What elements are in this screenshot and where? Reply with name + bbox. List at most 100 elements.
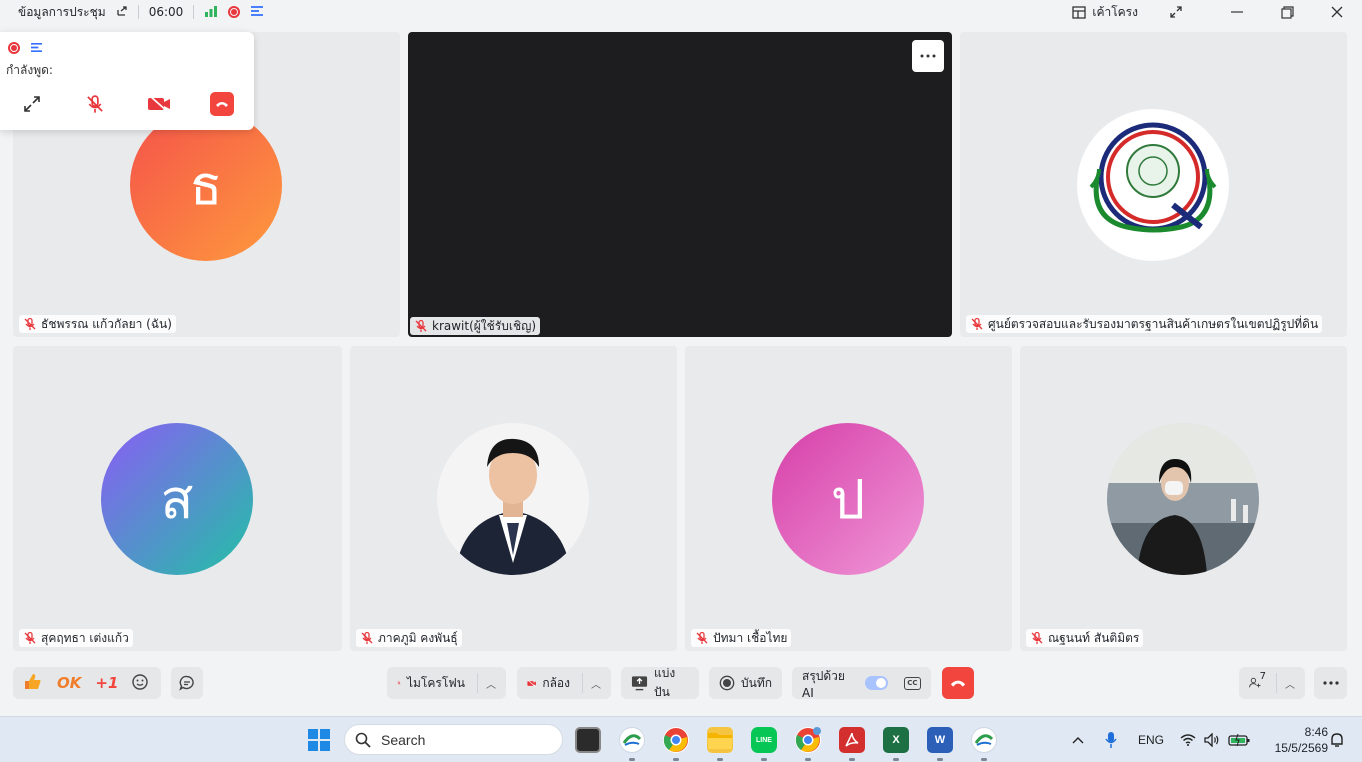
participant-tile[interactable]: ณฐนนท์ สันติมิตร	[1020, 346, 1347, 651]
avatar: ป	[772, 423, 924, 575]
mic-off-icon	[696, 631, 708, 644]
language-indicator[interactable]: ENG	[1138, 717, 1164, 762]
windows-taskbar: Search LINE X W ENG 8:46 15/5/2569	[0, 716, 1362, 762]
title-bar: ข้อมูลการประชุม 06:00 เค้าโครง	[0, 0, 1362, 24]
share-out-icon[interactable]	[116, 5, 128, 20]
participants-button[interactable]: 7 ︿	[1239, 667, 1305, 699]
meeting-timer: 06:00	[148, 5, 184, 19]
camera-off-icon	[527, 679, 536, 687]
chevron-up-icon[interactable]: ︿	[582, 673, 601, 693]
plus-one-reaction[interactable]: +1	[95, 674, 118, 692]
participant-tile-organization[interactable]: ศูนย์ตรวจสอบและรับรองมาตรฐานสินค้าเกษตรใ…	[960, 32, 1347, 337]
camera-off-icon[interactable]	[147, 92, 171, 116]
meeting-app-icon[interactable]	[971, 727, 997, 753]
participant-name-tag: ณฐนนท์ สันติมิตร	[1026, 629, 1144, 647]
participants-count: 7	[1259, 670, 1266, 682]
recording-icon[interactable]	[228, 6, 241, 18]
speaking-indicator: กำลังพูด:	[6, 63, 53, 77]
expand-icon[interactable]	[20, 92, 44, 116]
mic-off-icon	[397, 681, 401, 685]
participant-tile[interactable]: ส สุคฤทธา เต่งแก้ว	[13, 346, 342, 651]
windows-start-icon[interactable]	[307, 728, 331, 756]
participant-tile[interactable]: ป ปัทมา เชื้อไทย	[685, 346, 1012, 651]
microphone-tray-icon[interactable]	[1104, 717, 1118, 762]
clock-time: 8:46	[1304, 725, 1328, 739]
chevron-up-icon[interactable]: ︿	[477, 673, 496, 693]
close-button[interactable]	[1312, 0, 1362, 24]
notifications-icon[interactable]	[1329, 717, 1345, 762]
word-icon[interactable]: W	[927, 727, 953, 753]
leave-meeting-button[interactable]	[942, 667, 974, 699]
file-explorer-icon[interactable]	[707, 727, 733, 753]
floating-control-panel[interactable]: กำลังพูด:	[0, 32, 254, 130]
mic-off-icon	[415, 319, 427, 332]
signal-icon[interactable]	[204, 5, 218, 20]
share-screen-button[interactable]: แบ่งปัน	[621, 666, 699, 699]
mic-off-icon	[24, 631, 36, 644]
excel-icon[interactable]: X	[883, 727, 909, 753]
participant-tile-video[interactable]: krawit(ผู้ใช้รับเชิญ)	[408, 32, 952, 337]
chat-icon	[179, 675, 194, 691]
show-hidden-icons[interactable]	[1072, 717, 1084, 762]
running-indicator	[849, 758, 855, 761]
meeting-info-button[interactable]: ข้อมูลการประชุม	[18, 3, 106, 22]
participant-name-tag: ธัชพรรณ แก้วกัลยา (ฉัน)	[19, 315, 176, 333]
camera-button[interactable]: กล้อง ︿	[517, 667, 611, 699]
layout-icon	[1072, 5, 1086, 19]
ai-summary-button[interactable]: สรุปด้วย AI CC	[792, 667, 931, 700]
running-indicator	[937, 758, 943, 761]
meeting-app-icon[interactable]	[619, 727, 645, 753]
volume-icon	[1204, 733, 1219, 747]
more-icon	[1322, 681, 1339, 685]
profile-photo	[1107, 423, 1259, 575]
running-indicator	[673, 758, 679, 761]
microphone-label: ไมโครโฟน	[406, 675, 465, 690]
acrobat-icon[interactable]	[839, 727, 865, 753]
recording-icon[interactable]	[8, 41, 20, 54]
ok-reaction[interactable]: OK	[57, 674, 81, 692]
avatar-initial: ธ	[189, 156, 223, 216]
caption-icon[interactable]	[250, 5, 264, 20]
chat-button[interactable]	[171, 667, 203, 699]
chrome-icon[interactable]	[663, 727, 689, 753]
minimize-button[interactable]	[1212, 0, 1262, 24]
thumbs-up-icon[interactable]	[23, 672, 43, 695]
microphone-button[interactable]: ไมโครโฟน ︿	[387, 667, 506, 699]
ai-summary-toggle[interactable]	[865, 676, 888, 690]
system-tray-status[interactable]	[1180, 717, 1250, 762]
participant-name-tag: krawit(ผู้ใช้รับเชิญ)	[410, 317, 541, 335]
taskbar-clock[interactable]: 8:46 15/5/2569	[1275, 724, 1328, 756]
organization-logo	[1077, 109, 1229, 261]
restore-button[interactable]	[1262, 0, 1312, 24]
mic-off-icon	[24, 317, 36, 330]
running-indicator	[717, 758, 723, 761]
chrome-profile-icon[interactable]	[795, 727, 821, 753]
emoji-icon[interactable]	[132, 673, 149, 693]
participant-tile[interactable]: ภาคภูมิ คงพันธุ์	[350, 346, 677, 651]
participant-name: krawit(ผู้ใช้รับเชิญ)	[432, 318, 537, 333]
task-view-icon[interactable]	[575, 727, 601, 753]
closed-caption-icon[interactable]: CC	[903, 676, 921, 690]
meeting-control-bar: OK +1 ไมโครโฟน ︿ กล้อง ︿ แบ่งปัน บันทึก …	[0, 662, 1362, 704]
layout-label: เค้าโครง	[1092, 4, 1138, 19]
fullscreen-icon[interactable]	[1162, 0, 1190, 24]
more-options-button[interactable]	[912, 40, 944, 72]
hang-up-icon[interactable]	[210, 92, 235, 116]
search-icon	[355, 732, 371, 748]
line-icon[interactable]: LINE	[751, 727, 777, 753]
mic-off-icon	[1031, 631, 1043, 644]
more-button[interactable]	[1314, 667, 1347, 699]
battery-icon	[1228, 734, 1250, 746]
mic-off-icon	[361, 631, 373, 644]
layout-button[interactable]: เค้าโครง	[1072, 3, 1138, 22]
participant-name: ธัชพรรณ แก้วกัลยา (ฉัน)	[41, 316, 172, 331]
taskbar-search[interactable]: Search	[344, 724, 563, 755]
record-button[interactable]: บันทึก	[709, 667, 782, 699]
mic-off-icon[interactable]	[83, 92, 107, 116]
participant-name: ณฐนนท์ สันติมิตร	[1048, 630, 1140, 645]
chevron-up-icon[interactable]: ︿	[1276, 673, 1295, 693]
more-icon	[920, 54, 936, 58]
camera-label: กล้อง	[542, 675, 570, 690]
caption-icon[interactable]	[30, 38, 43, 57]
avatar-initial: ส	[160, 470, 194, 530]
